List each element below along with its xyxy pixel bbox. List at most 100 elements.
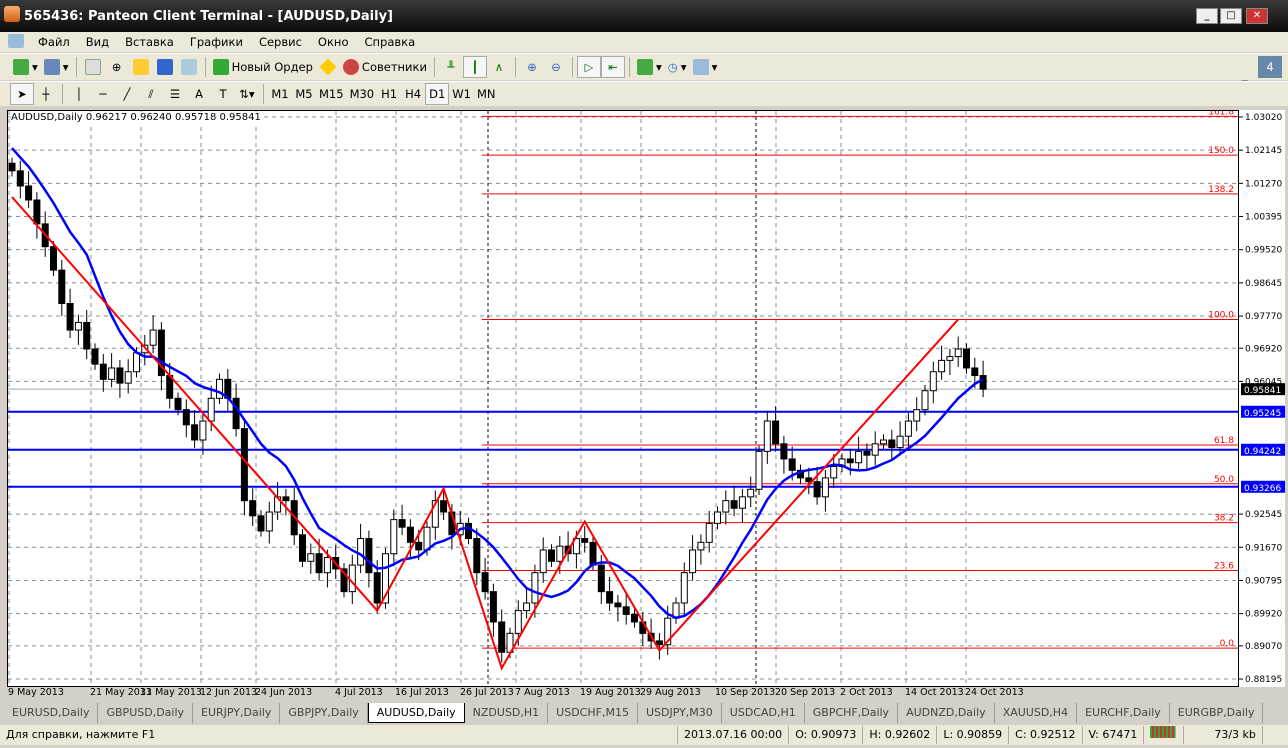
text-icon: A (195, 87, 203, 101)
candle-body (921, 390, 929, 411)
candle-body (16, 170, 24, 187)
timeframe-h1[interactable]: H1 (377, 83, 401, 105)
price-tick-label: 0.97770 (1245, 312, 1282, 322)
alert-button[interactable] (316, 56, 340, 78)
timeframe-h4[interactable]: H4 (401, 83, 425, 105)
candle-body (315, 553, 323, 574)
new-order-button[interactable]: Новый Ордер (210, 56, 316, 78)
candle-body (481, 572, 489, 593)
periods-button[interactable]: ◷ ▾ (665, 56, 690, 78)
time-axis-label: 7 Aug 2013 (515, 687, 570, 698)
candle-body (207, 397, 215, 422)
indicators-icon (636, 59, 653, 75)
horizontal-line-button[interactable]: ─ (91, 83, 115, 105)
timeframe-m1[interactable]: M1 (268, 83, 292, 105)
chart-header: AUDUSD,Daily 0.96217 0.96240 0.95718 0.9… (11, 112, 261, 123)
candle-body (772, 420, 780, 445)
terminal-button[interactable] (153, 56, 177, 78)
new-order-icon (212, 59, 229, 75)
chart-tab[interactable]: GBPJPY,Daily (280, 703, 368, 723)
menu-view[interactable]: Вид (78, 35, 117, 49)
menu-charts[interactable]: Графики (182, 35, 251, 49)
candlestick-button[interactable]: ┃ (462, 56, 487, 78)
profiles-button[interactable]: ▾ (41, 56, 72, 78)
fibonacci-button[interactable]: ☰ (163, 83, 187, 105)
menu-tools[interactable]: Сервис (251, 35, 310, 49)
candle-body (780, 443, 788, 460)
timeframe-m30[interactable]: M30 (347, 83, 378, 105)
chart-tab[interactable]: NZDUSD,H1 (465, 703, 549, 723)
menu-file[interactable]: Файл (30, 35, 78, 49)
chart-tab[interactable]: XAUUSD,H4 (995, 703, 1078, 723)
candle-body (348, 564, 356, 593)
zoom-in-button[interactable]: ⊕ (520, 56, 544, 78)
chart-tab[interactable]: USDJPY,M30 (638, 703, 722, 723)
cursor-button[interactable]: ➤ (10, 83, 34, 105)
timeframe-mn[interactable]: MN (474, 83, 499, 105)
chart-tab[interactable]: EURCHF,Daily (1077, 703, 1170, 723)
vertical-line-button[interactable]: │ (67, 83, 91, 105)
candle-body (730, 500, 738, 509)
chart-tab[interactable]: EURUSD,Daily (4, 703, 99, 723)
chart-tab[interactable]: AUDNZD,Daily (898, 703, 995, 723)
candle-body (498, 621, 506, 653)
zoom-out-button[interactable]: ⊖ (544, 56, 568, 78)
fibonacci-icon: ☰ (169, 87, 181, 101)
status-traffic: 73/3 kb (1184, 726, 1263, 744)
candle-body (946, 356, 954, 361)
trendline-icon: ╱ (123, 87, 131, 101)
chart-shift-button[interactable]: ⇤ (600, 56, 625, 78)
fibo-level-label: 38.2 (1214, 514, 1234, 524)
chart-tab[interactable]: GBPCHF,Daily (805, 703, 899, 723)
candle-body (307, 553, 315, 562)
timeframe-m15[interactable]: M15 (316, 83, 347, 105)
data-window-button[interactable]: ⊕ (105, 56, 129, 78)
menu-insert[interactable]: Вставка (117, 35, 182, 49)
chart-tab[interactable]: USDCAD,H1 (722, 703, 805, 723)
text-button[interactable]: A (187, 83, 211, 105)
line-chart-button[interactable]: ∧ (487, 56, 511, 78)
timeframe-w1[interactable]: W1 (449, 83, 474, 105)
line-chart-icon: ∧ (494, 60, 504, 74)
price-badge-label: 0.95245 (1244, 409, 1281, 419)
chart-tab[interactable]: GBPUSD,Daily (98, 703, 194, 723)
equidistant-channel-button[interactable]: ⫽ (139, 83, 163, 105)
status-low: L: 0.90859 (937, 726, 1010, 744)
auto-scroll-button[interactable]: ▷ (576, 56, 601, 78)
price-tick-label: 0.99520 (1245, 246, 1282, 256)
status-high: H: 0.92602 (863, 726, 938, 744)
chart-tab[interactable]: EURGBP,Daily (1170, 703, 1264, 723)
crosshair-button[interactable]: ┼ (34, 83, 58, 105)
timeframe-d1[interactable]: D1 (425, 83, 450, 105)
time-axis-label: 31 May 2013 (140, 687, 202, 698)
notifications-button[interactable]: 4 (1258, 56, 1282, 78)
minimize-button[interactable]: _ (1196, 8, 1218, 24)
chart-tab[interactable]: AUDUSD,Daily (367, 703, 465, 723)
chart-tab[interactable]: USDCHF,M15 (548, 703, 638, 723)
candle-body (697, 541, 705, 551)
navigator-button[interactable] (129, 56, 153, 78)
templates-button[interactable]: ▾ (690, 56, 721, 78)
trendline-button[interactable]: ╱ (115, 83, 139, 105)
candle-body (929, 371, 937, 392)
text-label-button[interactable]: T (211, 83, 235, 105)
fibo-level-label: 138.2 (1208, 185, 1234, 195)
menu-help[interactable]: Справка (356, 35, 423, 49)
time-axis-label: 29 Aug 2013 (640, 687, 701, 698)
timeframe-m5[interactable]: M5 (292, 83, 316, 105)
new-chart-button[interactable]: ▾ (10, 56, 41, 78)
price-chart[interactable]: 0.0 23.6 38.2 50.0 61.8 100.0 138.2 150.0 161.8 … (7, 110, 1239, 687)
experts-button[interactable]: Советники (340, 56, 430, 78)
maximize-button[interactable]: □ (1220, 8, 1242, 24)
menu-window[interactable]: Окно (310, 35, 357, 49)
candle-body (539, 549, 547, 574)
indicators-button[interactable]: ▾ (634, 56, 665, 78)
tester-button[interactable] (177, 56, 201, 78)
candle-body (597, 564, 605, 593)
market-watch-button[interactable] (81, 56, 105, 78)
arrows-button[interactable]: ⇅▾ (235, 83, 259, 105)
candle-body (489, 591, 497, 623)
close-button[interactable]: ✕ (1246, 8, 1268, 24)
bar-chart-button[interactable]: ╨ (439, 56, 463, 78)
chart-tab[interactable]: EURJPY,Daily (193, 703, 281, 723)
